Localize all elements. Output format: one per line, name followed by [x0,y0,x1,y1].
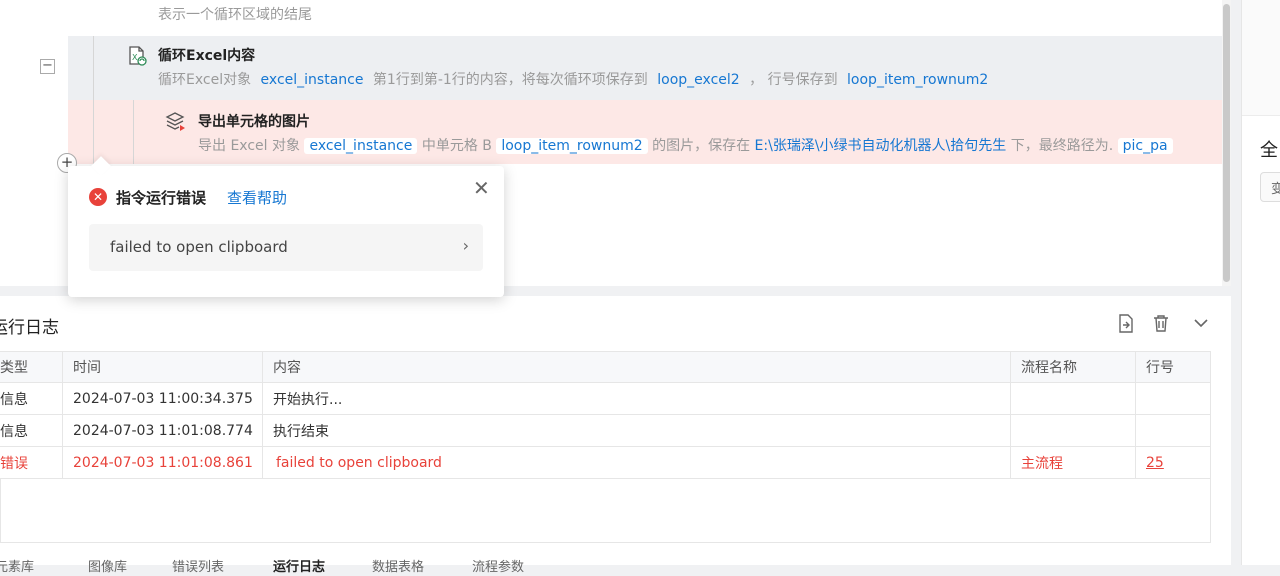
column-type[interactable]: 类型 [0,351,63,383]
tab-data-table[interactable]: 数据表格 [372,556,424,575]
variable-loop-excel2[interactable]: loop_excel2 [652,72,744,88]
svg-text:X: X [132,53,138,62]
run-log-title: 运行日志 [0,318,59,338]
right-panel-title: 全 [1260,140,1278,161]
chevron-right-icon: › [462,236,469,255]
error-title: 指令运行错误 [116,189,207,207]
log-table: 类型 时间 内容 流程名称 行号 信息 2024-07-03 11:00:34.… [0,351,1211,479]
error-icon: ✕ [89,188,107,206]
tab-run-log[interactable]: 运行日志 [273,556,325,575]
loop-end-desc: 表示一个循环区域的结尾 [158,7,312,23]
tree-line [93,36,94,100]
flow-row-loop-end[interactable]: 表示一个循环区域的结尾 [68,0,1222,36]
excel-loop-icon: X [129,46,147,66]
tab-flow-params[interactable]: 流程参数 [472,556,524,575]
loop-excel-title: 循环Excel内容 [158,48,256,64]
variable-excel-instance[interactable]: excel_instance [304,138,418,154]
export-cell-title: 导出单元格的图片 [198,114,310,130]
view-help-link[interactable]: 查看帮助 [227,187,287,208]
variable-excel-instance[interactable]: excel_instance [256,72,369,88]
collapse-toggle[interactable]: − [40,59,55,74]
tab-image-library[interactable]: 图像库 [88,556,127,575]
error-popup: ✕ 指令运行错误 查看帮助 ✕ failed to open clipboard… [68,156,504,297]
error-message-item[interactable]: failed to open clipboard › [89,224,483,271]
column-time[interactable]: 时间 [62,351,263,383]
table-row[interactable]: 信息 2024-07-03 11:01:08.774 执行结束 [0,414,1211,447]
close-icon[interactable]: ✕ [473,176,490,200]
export-log-icon[interactable] [1117,314,1135,333]
loop-excel-desc: 循环Excel对象 excel_instance 第1行到第-1行的内容，将每次… [158,69,993,89]
right-panel-tab[interactable]: 变 [1260,172,1280,202]
flow-row-loop-excel[interactable]: X 循环Excel内容 循环Excel对象 excel_instance 第1行… [68,36,1222,100]
tree-line [93,100,94,164]
flow-row-export-cell-image[interactable]: 导出单元格的图片 导出 Excel 对象 excel_instance 中单元格… [68,100,1222,164]
bottom-tabs: 元素库 图像库 错误列表 运行日志 数据表格 流程参数 [0,556,1231,576]
tab-element-library[interactable]: 元素库 [0,556,34,575]
table-row-error[interactable]: 错误 2024-07-03 11:01:08.861 failed to ope… [0,446,1211,479]
save-path[interactable]: E:\张瑞泽\小绿书自动化机器人\拾句先生 [755,138,1007,154]
line-number-link[interactable]: 25 [1146,455,1164,471]
trash-icon[interactable] [1152,314,1170,333]
variable-loop-item-rownum2[interactable]: loop_item_rownum2 [842,72,993,88]
flow-scrollbar-thumb[interactable] [1223,4,1230,282]
export-cell-desc: 导出 Excel 对象 excel_instance 中单元格 B loop_i… [198,135,1173,155]
layers-error-icon [165,112,185,131]
variable-loop-item-rownum2[interactable]: loop_item_rownum2 [496,138,648,154]
chevron-down-icon[interactable] [1193,316,1209,330]
right-panel: 全 变 [1241,0,1280,565]
error-message: failed to open clipboard [110,238,288,256]
column-flow-name[interactable]: 流程名称 [1010,351,1136,383]
tree-line [133,100,134,164]
log-table-header: 类型 时间 内容 流程名称 行号 [0,351,1211,383]
column-content[interactable]: 内容 [262,351,1011,383]
run-log-panel: 运行日志 类型 时间 内容 流程名称 行号 信息 2024-07-03 11:0… [0,296,1231,575]
column-line-number[interactable]: 行号 [1135,351,1211,383]
table-row[interactable]: 信息 2024-07-03 11:00:34.375 开始执行... [0,382,1211,415]
variable-pic-path[interactable]: pic_pa [1117,138,1173,154]
tab-error-list[interactable]: 错误列表 [172,556,224,575]
